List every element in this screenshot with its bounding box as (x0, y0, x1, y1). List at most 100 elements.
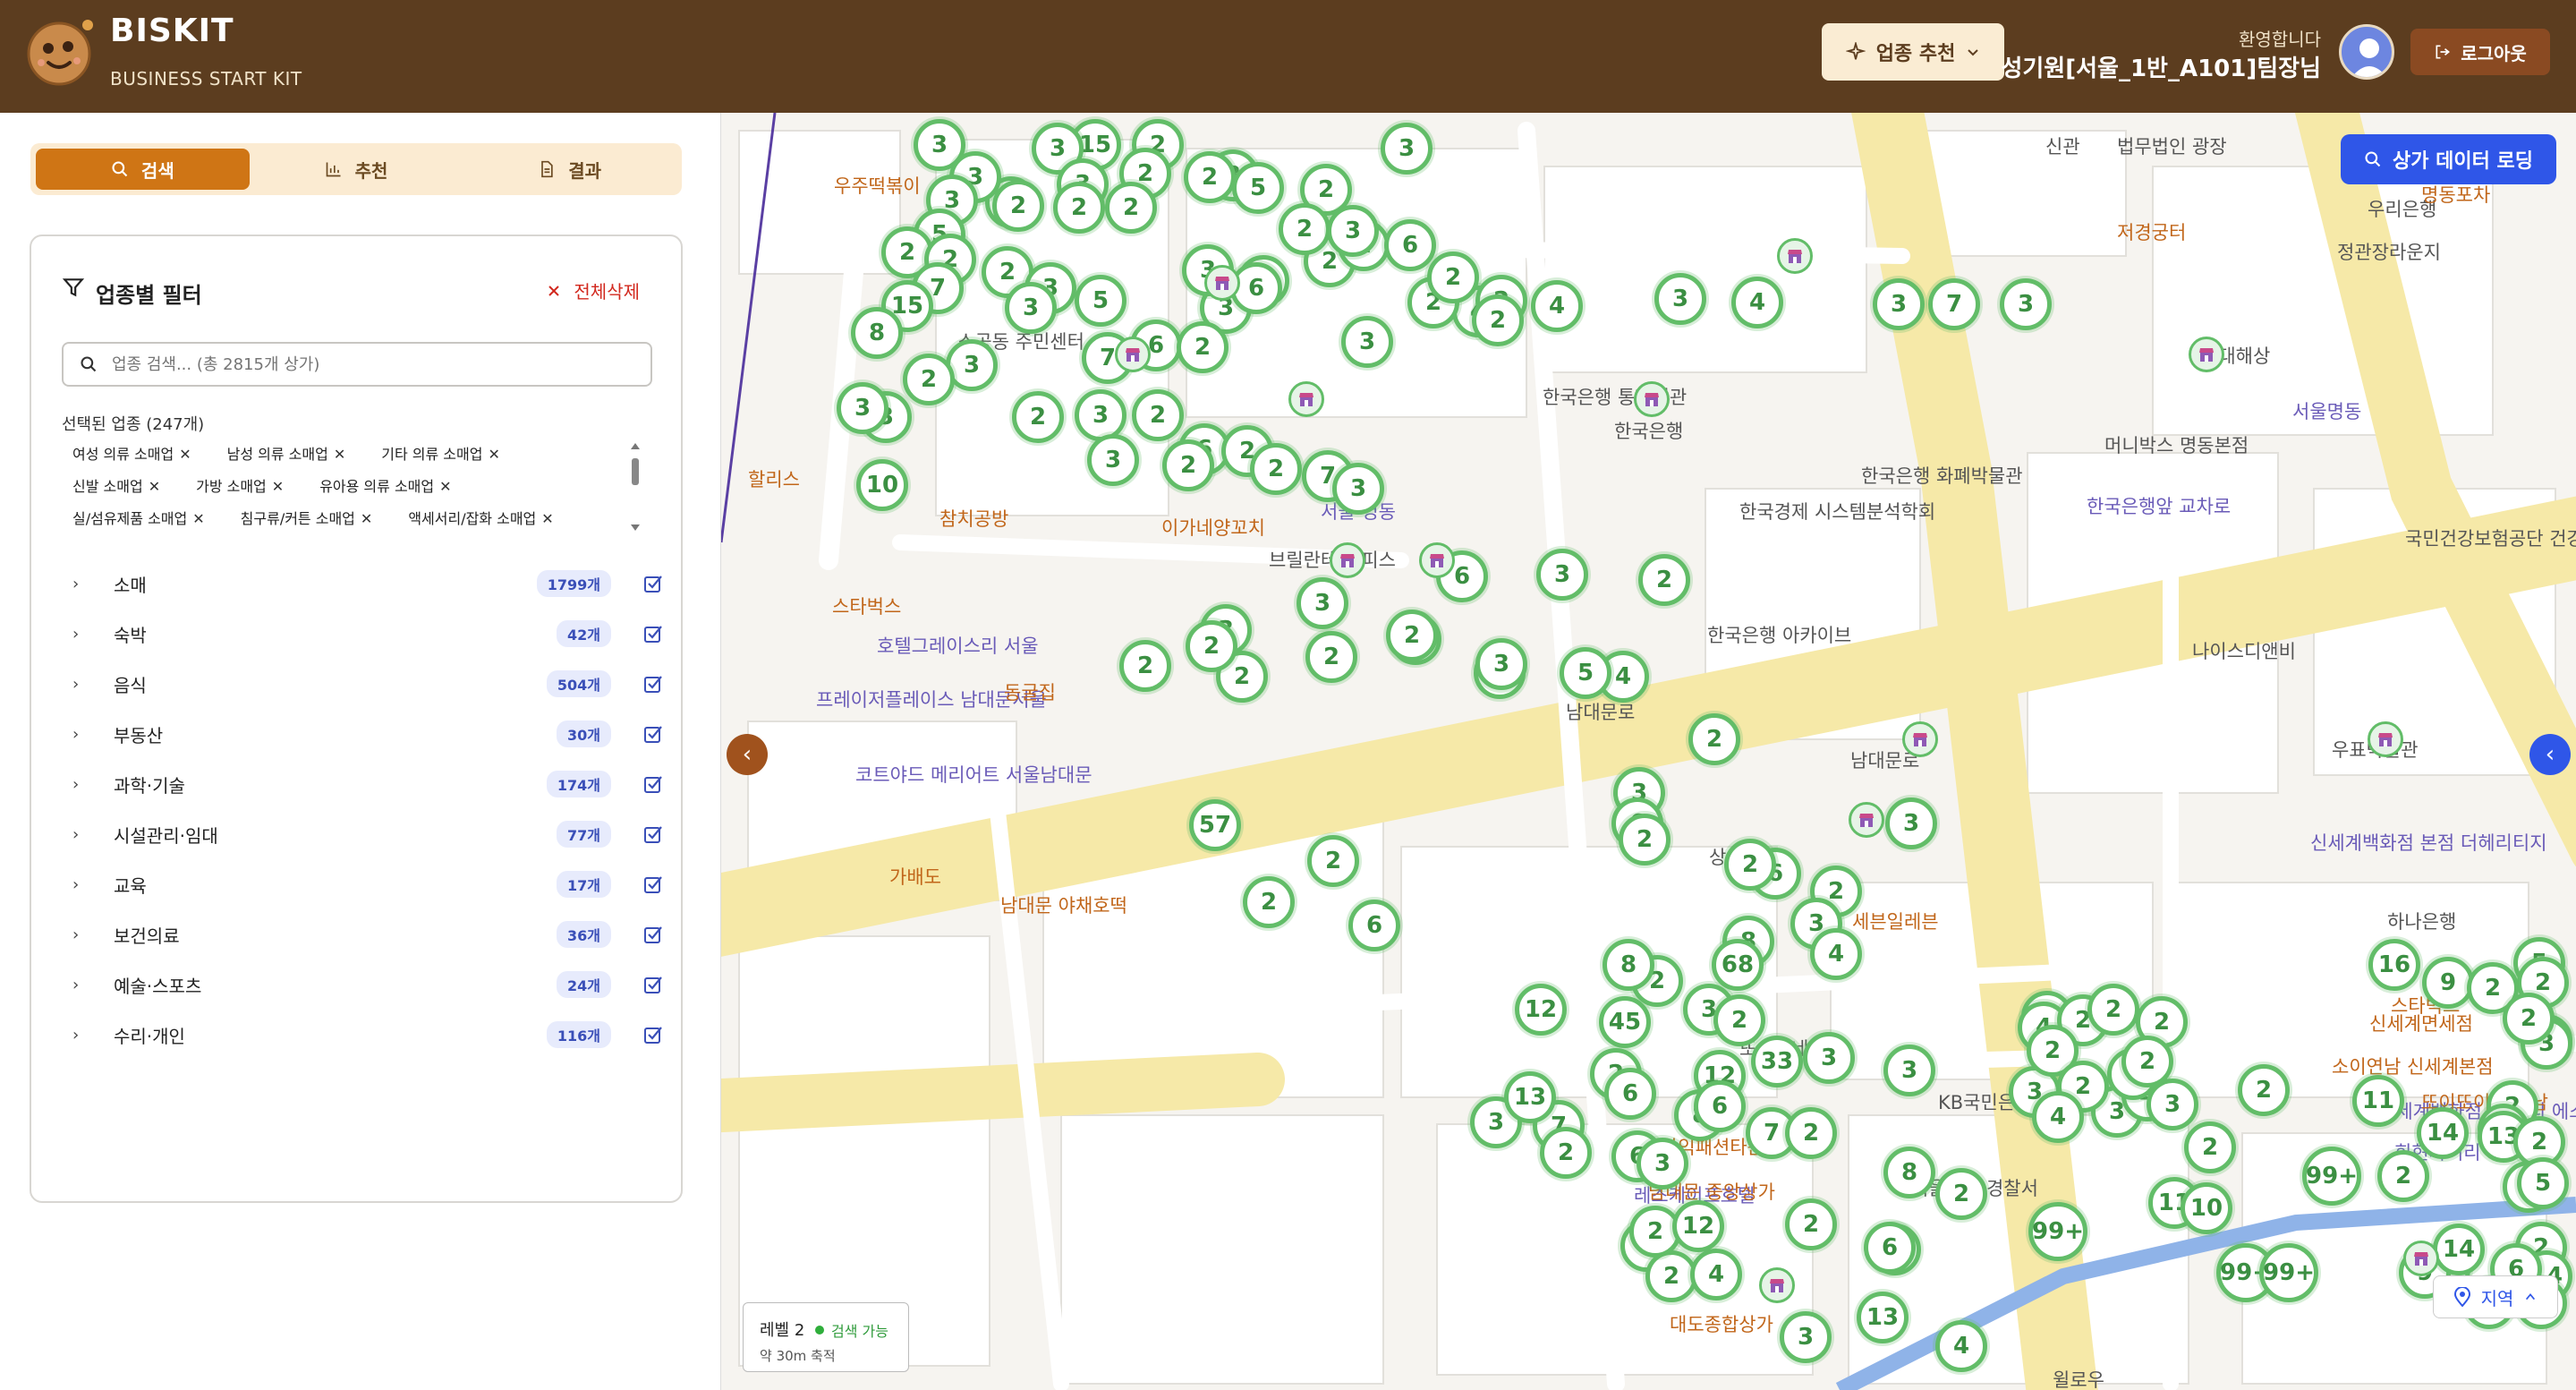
chip[interactable]: 가방 소매업 ✕ (185, 474, 284, 496)
category-row[interactable]: › 교육 17개 (72, 866, 663, 902)
store-cluster-marker[interactable]: 3 (837, 382, 888, 434)
tab-recommend[interactable]: 추천 (250, 149, 463, 190)
store-cluster-marker[interactable]: 99+ (2028, 1202, 2087, 1261)
checkbox-checked-icon[interactable] (643, 574, 663, 593)
store-cluster-marker[interactable]: 2 (2087, 984, 2139, 1036)
store-cluster-marker[interactable]: 2 (1186, 620, 1237, 672)
category-row[interactable]: › 부동산 30개 (72, 716, 663, 752)
store-cluster-marker[interactable]: 8 (851, 307, 903, 359)
store-cluster-marker[interactable]: 3 (1327, 205, 1379, 257)
store-cluster-marker[interactable]: 2 (903, 354, 955, 405)
category-row[interactable]: › 예술·스포츠 24개 (72, 967, 663, 1002)
store-cluster-marker[interactable]: 5 (2517, 1157, 2569, 1209)
store-cluster-marker[interactable]: 4 (1731, 277, 1783, 328)
checkbox-checked-icon[interactable] (643, 975, 663, 994)
checkbox-checked-icon[interactable] (643, 1025, 663, 1045)
store-cluster-marker[interactable]: 3 (1087, 434, 1139, 486)
chip[interactable]: 실/섬유제품 소매업 ✕ (62, 507, 205, 528)
store-cluster-marker[interactable]: 13 (1504, 1071, 1556, 1123)
store-cluster-marker[interactable]: 3 (1803, 1032, 1855, 1084)
tab-result[interactable]: 결과 (463, 149, 676, 190)
chevron-right-icon[interactable]: › (72, 725, 90, 744)
store-cluster-marker[interactable]: 16 (2368, 939, 2420, 991)
store-marker[interactable] (1204, 265, 1240, 301)
store-cluster-marker[interactable]: 8 (1883, 1147, 1935, 1198)
chevron-right-icon[interactable]: › (72, 775, 90, 794)
category-row[interactable]: › 과학·기술 174개 (72, 766, 663, 802)
store-cluster-marker[interactable]: 6 (1384, 219, 1436, 271)
store-cluster-marker[interactable]: 13 (1857, 1292, 1909, 1343)
logout-button[interactable]: 로그아웃 (2410, 29, 2550, 75)
store-cluster-marker[interactable]: 2 (1119, 640, 1171, 692)
store-cluster-marker[interactable]: 3 (1780, 1311, 1832, 1363)
checkbox-checked-icon[interactable] (643, 774, 663, 794)
category-row[interactable]: › 수리·개인 116개 (72, 1017, 663, 1053)
store-cluster-marker[interactable]: 6 (1864, 1222, 1916, 1274)
store-cluster-marker[interactable]: 2 (1540, 1127, 1592, 1179)
store-marker[interactable] (2189, 337, 2224, 372)
store-cluster-marker[interactable]: 2 (1386, 610, 1438, 661)
remove-chip-icon[interactable]: ✕ (334, 446, 345, 463)
category-search-input[interactable] (112, 354, 613, 374)
store-cluster-marker[interactable]: 3 (2000, 278, 2052, 330)
store-cluster-marker[interactable]: 2 (2184, 1121, 2236, 1173)
category-row[interactable]: › 음식 504개 (72, 666, 663, 702)
remove-chip-icon[interactable]: ✕ (541, 510, 553, 527)
remove-chip-icon[interactable]: ✕ (192, 510, 204, 527)
store-cluster-marker[interactable]: 2 (2377, 1150, 2429, 1202)
store-cluster-marker[interactable]: 6 (1604, 1068, 1656, 1120)
store-cluster-marker[interactable]: 2 (1053, 182, 1105, 234)
store-cluster-marker[interactable]: 7 (1928, 278, 1980, 330)
avatar[interactable] (2339, 24, 2394, 80)
store-cluster-marker[interactable]: 2 (1724, 839, 1776, 891)
store-cluster-marker[interactable]: 12 (1515, 984, 1567, 1036)
recommend-dropdown-button[interactable]: 업종 추천 (1822, 23, 2004, 81)
store-cluster-marker[interactable]: 33 (1751, 1036, 1803, 1087)
chevron-right-icon[interactable]: › (72, 625, 90, 644)
store-cluster-marker[interactable]: 3 (1341, 316, 1393, 368)
remove-chip-icon[interactable]: ✕ (488, 446, 499, 463)
chip[interactable]: 기타 의류 소매업 ✕ (370, 442, 500, 464)
store-cluster-marker[interactable]: 3 (1885, 797, 1937, 849)
checkbox-checked-icon[interactable] (643, 674, 663, 694)
store-cluster-marker[interactable]: 2 (1132, 389, 1184, 441)
chevron-right-icon[interactable]: › (72, 1026, 90, 1045)
store-marker[interactable] (1288, 381, 1324, 417)
store-cluster-marker[interactable]: 3 (1075, 389, 1126, 441)
store-cluster-marker[interactable]: 2 (1935, 1168, 1987, 1220)
store-cluster-marker[interactable]: 3 (1381, 123, 1433, 175)
store-cluster-marker[interactable]: 5 (1560, 647, 1611, 699)
store-cluster-marker[interactable]: 2 (1305, 631, 1357, 683)
store-cluster-marker[interactable]: 14 (2417, 1107, 2469, 1159)
category-search-box[interactable] (62, 342, 652, 387)
chip[interactable]: 남성 의류 소매업 ✕ (217, 442, 346, 464)
store-cluster-marker[interactable]: 2 (2503, 993, 2555, 1045)
checkbox-checked-icon[interactable] (643, 624, 663, 644)
store-cluster-marker[interactable]: 3 (1873, 278, 1925, 330)
store-cluster-marker[interactable]: 45 (1599, 996, 1651, 1048)
store-cluster-marker[interactable]: 2 (1619, 814, 1671, 866)
store-cluster-marker[interactable]: 2 (1279, 203, 1331, 255)
chip[interactable]: 유아용 의류 소매업 ✕ (309, 474, 451, 496)
store-marker[interactable] (1849, 802, 1884, 838)
remove-chip-icon[interactable]: ✕ (439, 478, 451, 495)
chip[interactable]: 여성 의류 소매업 ✕ (62, 442, 191, 464)
chip[interactable]: 액세서리/잡화 소매업 ✕ (397, 507, 553, 528)
store-cluster-marker[interactable]: 2 (1427, 252, 1479, 303)
store-cluster-marker[interactable]: 2 (1243, 876, 1295, 928)
category-row[interactable]: › 시설관리·임대 77개 (72, 816, 663, 852)
store-cluster-marker[interactable]: 2 (992, 180, 1044, 232)
chip-scrollbar[interactable] (629, 440, 642, 533)
store-cluster-marker[interactable]: 2 (2238, 1064, 2290, 1116)
store-cluster-marker[interactable]: 4 (1935, 1320, 1987, 1372)
store-cluster-marker[interactable]: 8 (1603, 939, 1654, 991)
store-cluster-marker[interactable]: 57 (1189, 799, 1241, 851)
store-cluster-marker[interactable]: 2 (2121, 1036, 2173, 1087)
checkbox-checked-icon[interactable] (643, 824, 663, 844)
store-marker[interactable] (1759, 1267, 1795, 1303)
store-cluster-marker[interactable]: 3 (1637, 1138, 1688, 1190)
store-cluster-marker[interactable]: 6 (1694, 1080, 1746, 1132)
store-cluster-marker[interactable]: 3 (1536, 549, 1588, 601)
remove-chip-icon[interactable]: ✕ (149, 478, 160, 495)
store-cluster-marker[interactable]: 2 (1472, 294, 1524, 346)
